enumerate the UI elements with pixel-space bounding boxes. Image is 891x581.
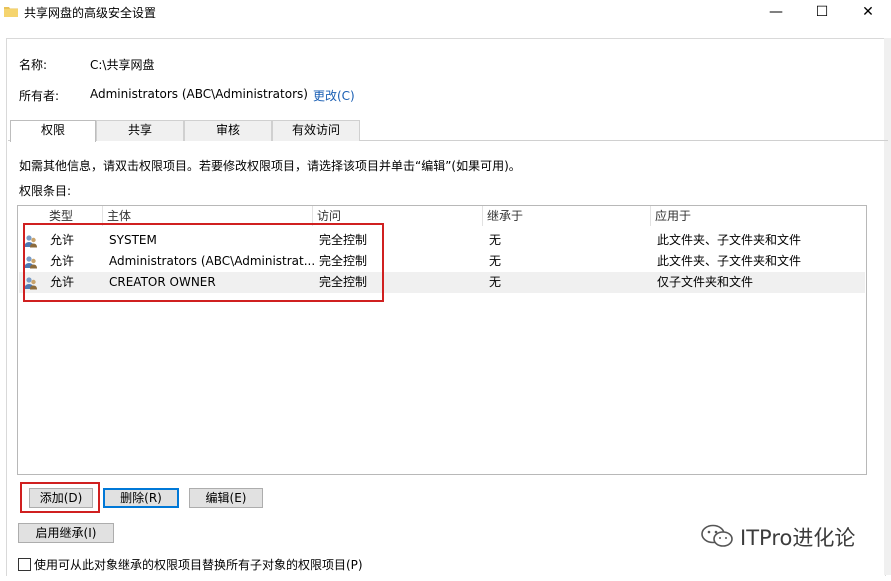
highlight-box-entries bbox=[23, 223, 384, 302]
window-title: 共享网盘的高级安全设置 bbox=[24, 6, 157, 20]
column-header-applies[interactable]: 应用于 bbox=[651, 206, 866, 226]
name-label: 名称: bbox=[19, 58, 48, 72]
change-owner-link[interactable]: 更改(C) bbox=[313, 87, 355, 104]
instructions-text: 如需其他信息，请双击权限项目。若要修改权限项目，请选择该项目并单击“编辑”(如果… bbox=[19, 159, 521, 173]
remove-button[interactable]: 删除(R) bbox=[103, 488, 179, 508]
minimize-button[interactable]: — bbox=[753, 0, 799, 24]
replace-child-permissions-label[interactable]: 使用可从此对象继承的权限项目替换所有子对象的权限项目(P) bbox=[34, 556, 363, 573]
replace-child-permissions-checkbox[interactable] bbox=[18, 558, 31, 571]
cell-applies: 此文件夹、子文件夹和文件 bbox=[657, 233, 802, 247]
enable-inheritance-button[interactable]: 启用继承(I) bbox=[18, 523, 114, 543]
edit-button[interactable]: 编辑(E) bbox=[189, 488, 263, 508]
tab-sharing[interactable]: 共享 bbox=[96, 120, 184, 141]
owner-value: Administrators (ABC\Administrators) bbox=[90, 87, 308, 101]
highlight-box-add bbox=[20, 482, 100, 513]
cell-applies: 仅子文件夹和文件 bbox=[657, 275, 754, 289]
column-header-inherited[interactable]: 继承于 bbox=[483, 206, 651, 226]
close-icon: ✕ bbox=[862, 4, 874, 20]
watermark-text: ITPro进化论 bbox=[740, 526, 856, 550]
maximize-button[interactable]: ☐ bbox=[799, 0, 845, 24]
owner-label: 所有者: bbox=[19, 89, 60, 103]
name-value: C:\共享网盘 bbox=[90, 58, 155, 72]
wechat-logo-icon bbox=[701, 524, 733, 547]
maximize-icon: ☐ bbox=[815, 4, 829, 20]
title-bar: 共享网盘的高级安全设置 — ☐ ✕ bbox=[0, 0, 891, 24]
cell-inherited: 无 bbox=[489, 275, 502, 289]
cell-inherited: 无 bbox=[489, 254, 502, 268]
tab-effective-access[interactable]: 有效访问 bbox=[272, 120, 360, 141]
folder-icon bbox=[4, 7, 18, 17]
close-button[interactable]: ✕ bbox=[845, 0, 891, 24]
tab-permissions[interactable]: 权限 bbox=[10, 120, 96, 142]
cell-inherited: 无 bbox=[489, 233, 502, 247]
cell-applies: 此文件夹、子文件夹和文件 bbox=[657, 254, 802, 268]
entries-label: 权限条目: bbox=[19, 184, 72, 198]
tab-auditing[interactable]: 审核 bbox=[184, 120, 272, 141]
minimize-icon: — bbox=[769, 4, 783, 20]
